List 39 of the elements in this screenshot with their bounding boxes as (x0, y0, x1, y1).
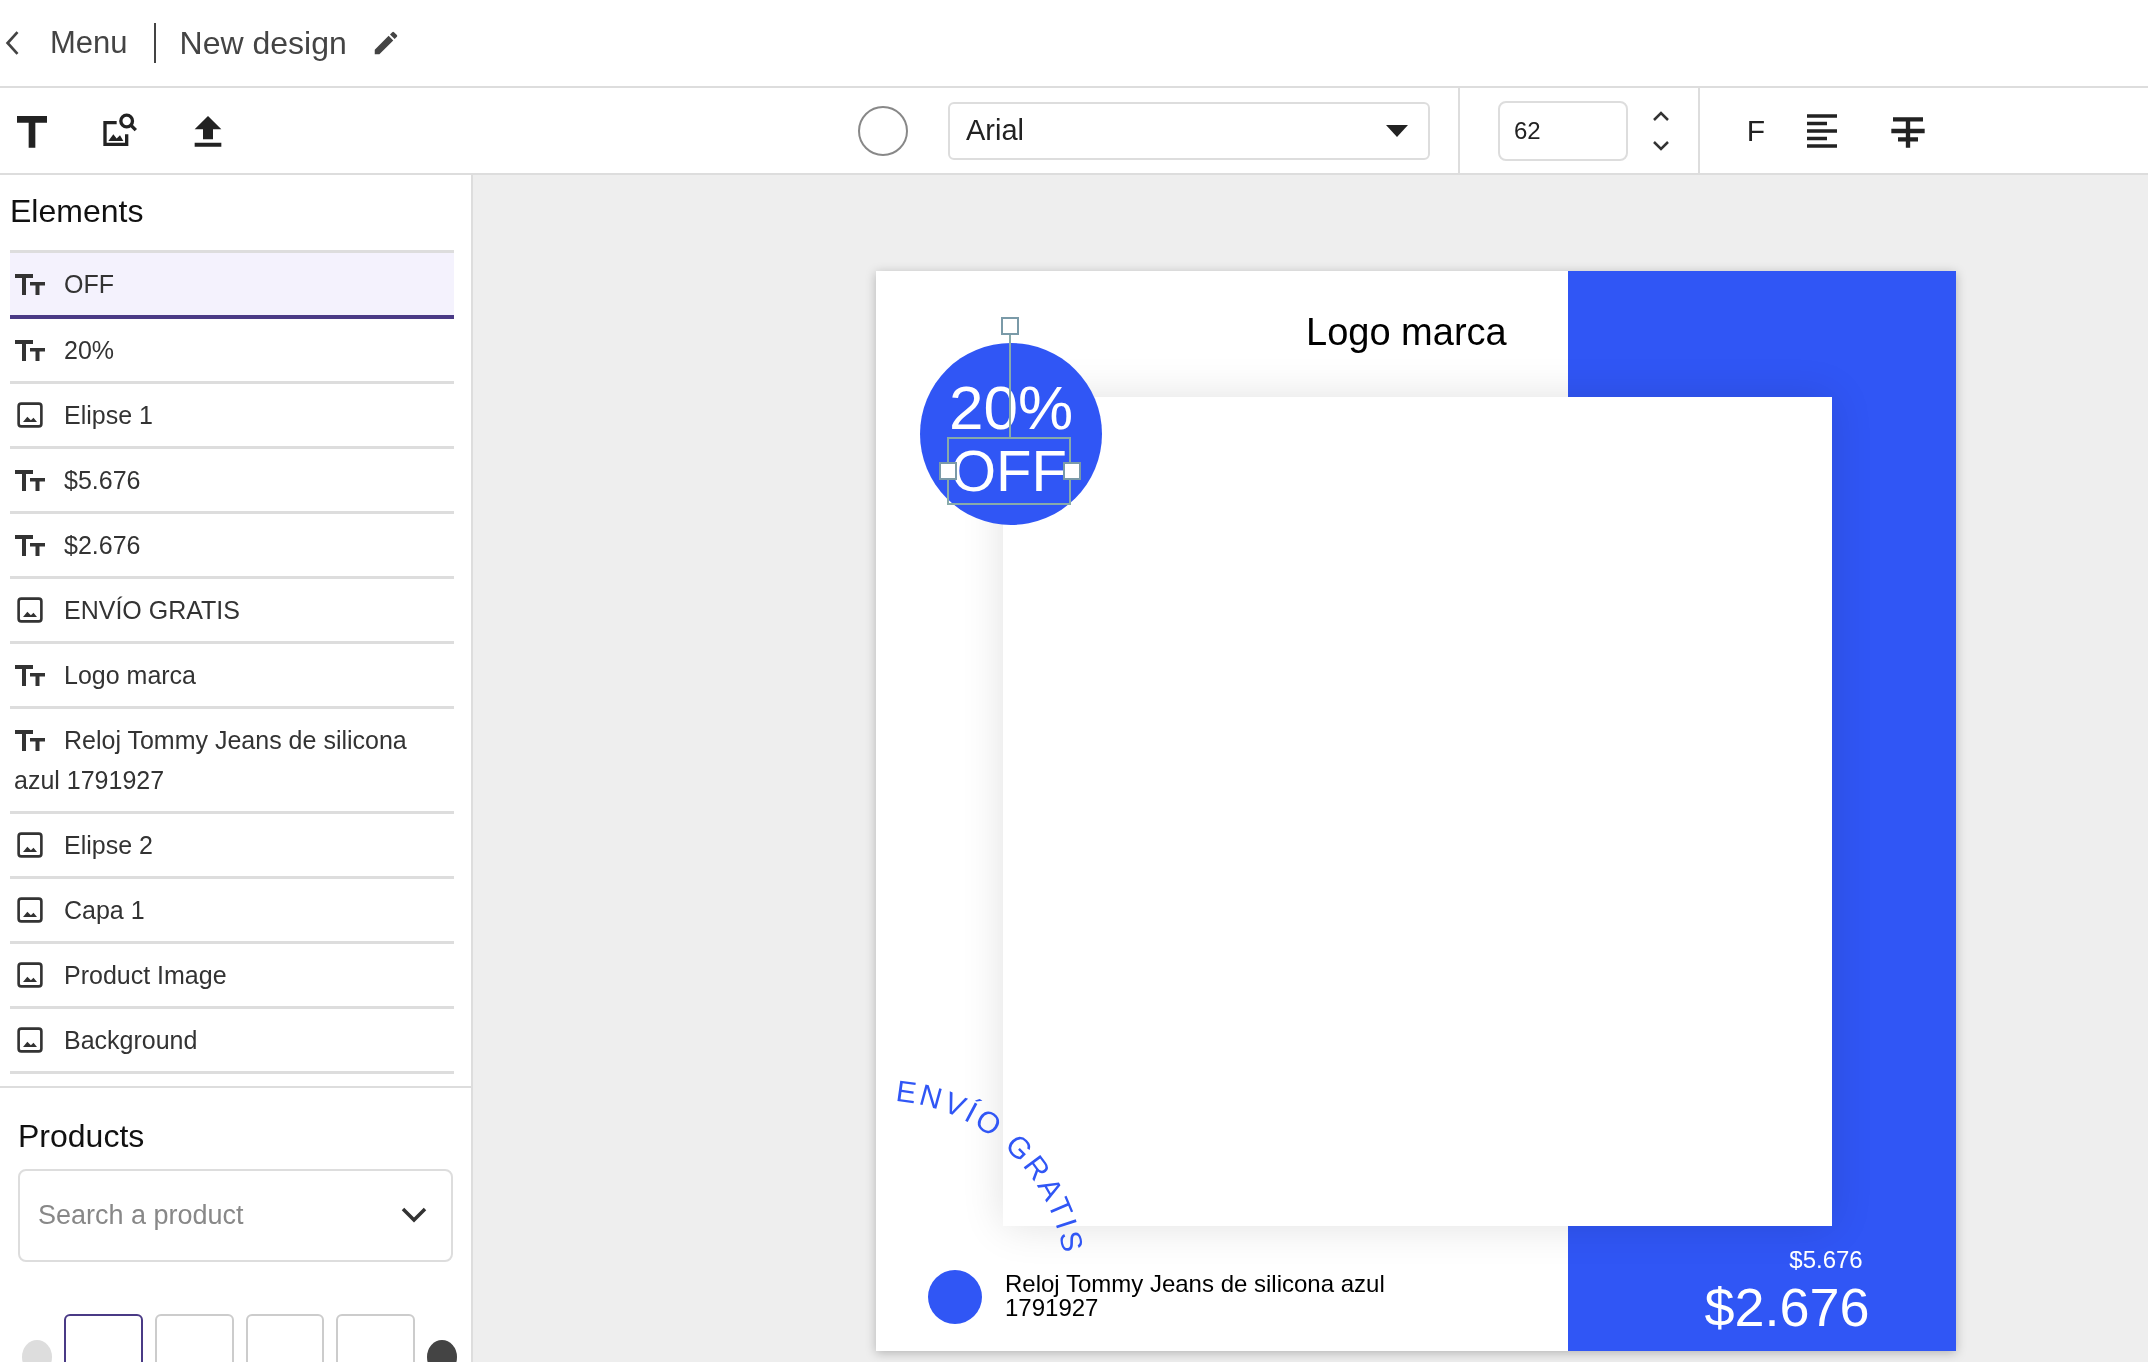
discount-label: OFF (947, 437, 1071, 505)
element-list-item[interactable]: OFF (10, 253, 454, 319)
element-list-item[interactable]: $5.676 (10, 449, 454, 514)
product-dot (928, 1270, 982, 1324)
element-list-item[interactable]: $2.676 (10, 514, 454, 579)
product-name: Reloj Tommy Jeans de silicona azul 1791927 (1005, 1272, 1386, 1320)
font-dropdown[interactable]: Arial (948, 101, 1430, 160)
element-list-item[interactable]: Capa 1 (10, 879, 454, 944)
element-list-item[interactable]: Elipse 1 (10, 384, 454, 449)
image-icon (14, 401, 46, 429)
dropdown-caret-icon (1386, 124, 1408, 137)
products-heading: Products (18, 1118, 146, 1155)
image-icon (14, 1026, 46, 1054)
image-icon (14, 961, 46, 989)
element-list-item[interactable]: 20% (10, 319, 454, 384)
element-list-item[interactable]: Logo marca (10, 644, 454, 709)
bold-button[interactable]: F (1738, 113, 1774, 148)
font-size-input[interactable]: 62 (1498, 100, 1628, 161)
element-list-item[interactable]: Reloj Tommy Jeans de silicona azul 1791927 (10, 709, 454, 814)
color-picker[interactable] (858, 105, 908, 156)
rotate-handle[interactable] (1001, 317, 1019, 335)
resize-handle[interactable] (1063, 462, 1081, 480)
chevron-down-icon (399, 1205, 429, 1225)
element-list-item[interactable]: Background (10, 1009, 454, 1074)
elements-heading: Elements (9, 192, 145, 231)
element-list-item[interactable]: Elipse 2 (10, 814, 454, 879)
product-search-field[interactable]: Search a product (18, 1169, 453, 1262)
back-button[interactable]: Menu (4, 25, 154, 61)
old-price: $5.676 (1788, 1246, 1864, 1274)
design-title: New design (179, 24, 347, 62)
logo-text: Logo marca (1306, 311, 1507, 354)
resize-handle[interactable] (939, 462, 957, 480)
element-list-item[interactable]: ENVÍO GRATIS (10, 579, 454, 644)
sale-price: $2.676 (1703, 1276, 1871, 1338)
image-icon (14, 596, 46, 624)
element-list-item[interactable]: Product Image (10, 944, 454, 1009)
discount-percent: 20% (947, 377, 1075, 439)
image-icon (14, 831, 46, 859)
image-icon (14, 896, 46, 924)
